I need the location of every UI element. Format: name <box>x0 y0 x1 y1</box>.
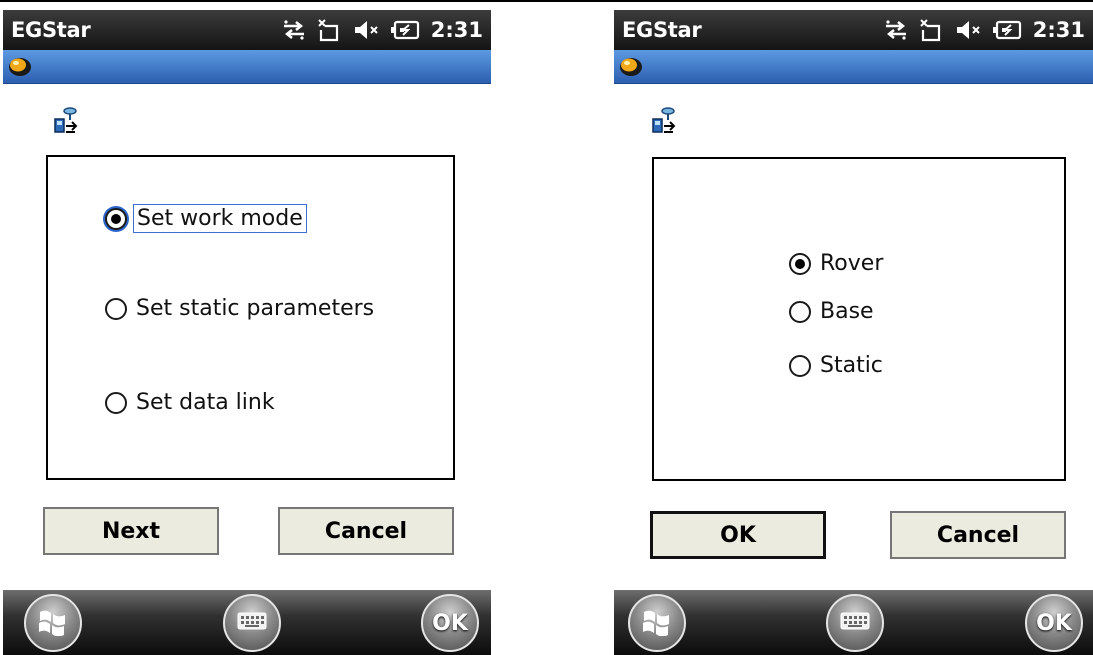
sync-arrows-icon[interactable] <box>281 19 307 41</box>
taskbar-ok-button[interactable]: OK <box>1025 594 1083 652</box>
option-base[interactable]: Base <box>789 298 877 325</box>
option-set-data-link[interactable]: Set data link <box>105 389 278 416</box>
status-bar: EGStar 2:31 <box>3 10 491 50</box>
option-label: Set static parameters <box>136 296 375 321</box>
app-logo-icon[interactable] <box>618 54 644 82</box>
radio-button[interactable] <box>789 300 811 323</box>
taskbar: OK <box>3 590 491 655</box>
option-label: Rover <box>820 251 884 276</box>
option-label: Base <box>820 299 874 324</box>
receiver-config-icon <box>52 106 80 142</box>
taskbar: OK <box>614 590 1093 655</box>
cancel-button[interactable]: Cancel <box>278 507 454 555</box>
menu-strip <box>614 50 1093 84</box>
clock[interactable]: 2:31 <box>431 18 483 42</box>
app-logo-icon[interactable] <box>7 54 33 82</box>
option-static[interactable]: Static <box>789 352 886 379</box>
radio-button[interactable] <box>789 354 811 377</box>
keyboard-icon <box>237 612 267 634</box>
clock[interactable]: 2:31 <box>1033 18 1085 42</box>
windows-start-button[interactable] <box>628 594 686 652</box>
radio-button[interactable] <box>105 297 127 320</box>
keyboard-button[interactable] <box>826 594 884 652</box>
next-button[interactable]: Next <box>43 507 219 555</box>
app-title: EGStar <box>11 18 91 42</box>
windows-logo-icon <box>37 606 69 640</box>
radio-button[interactable] <box>789 252 811 275</box>
keyboard-button[interactable] <box>223 594 281 652</box>
option-set-static-parameters[interactable]: Set static parameters <box>105 295 377 322</box>
battery-charging-icon[interactable] <box>390 19 421 41</box>
radio-button[interactable] <box>105 207 127 230</box>
sim-card-off-icon[interactable] <box>919 18 945 42</box>
battery-charging-icon[interactable] <box>992 19 1023 41</box>
option-set-work-mode[interactable]: Set work mode <box>105 204 307 233</box>
option-rover[interactable]: Rover <box>789 250 886 277</box>
phone-screen-right: EGStar 2:31 Rover Base Static OK Cancel … <box>614 10 1093 655</box>
options-panel: Set work mode Set static parameters Set … <box>46 155 455 480</box>
taskbar-ok-label: OK <box>432 610 468 636</box>
radio-button[interactable] <box>105 391 127 414</box>
sync-arrows-icon[interactable] <box>883 19 909 41</box>
status-icons: 2:31 <box>281 18 483 42</box>
volume-muted-icon[interactable] <box>353 19 381 41</box>
keyboard-icon <box>840 612 870 634</box>
option-label: Set work mode <box>133 204 307 233</box>
top-border-line <box>0 0 1093 2</box>
taskbar-ok-button[interactable]: OK <box>421 594 479 652</box>
windows-start-button[interactable] <box>24 594 82 652</box>
windows-logo-icon <box>641 606 673 640</box>
app-title: EGStar <box>622 18 702 42</box>
volume-muted-icon[interactable] <box>955 19 983 41</box>
sim-card-off-icon[interactable] <box>317 18 343 42</box>
taskbar-ok-label: OK <box>1036 610 1072 636</box>
receiver-config-icon <box>650 106 678 142</box>
menu-strip <box>3 50 491 84</box>
status-icons: 2:31 <box>883 18 1085 42</box>
phone-screen-left: EGStar 2:31 Set work mode Set static par… <box>3 10 491 655</box>
status-bar: EGStar 2:31 <box>614 10 1093 50</box>
cancel-button[interactable]: Cancel <box>890 511 1066 559</box>
ok-button[interactable]: OK <box>650 511 826 559</box>
option-label: Set data link <box>136 390 275 415</box>
work-mode-panel: Rover Base Static <box>652 157 1066 481</box>
option-label: Static <box>820 353 883 378</box>
